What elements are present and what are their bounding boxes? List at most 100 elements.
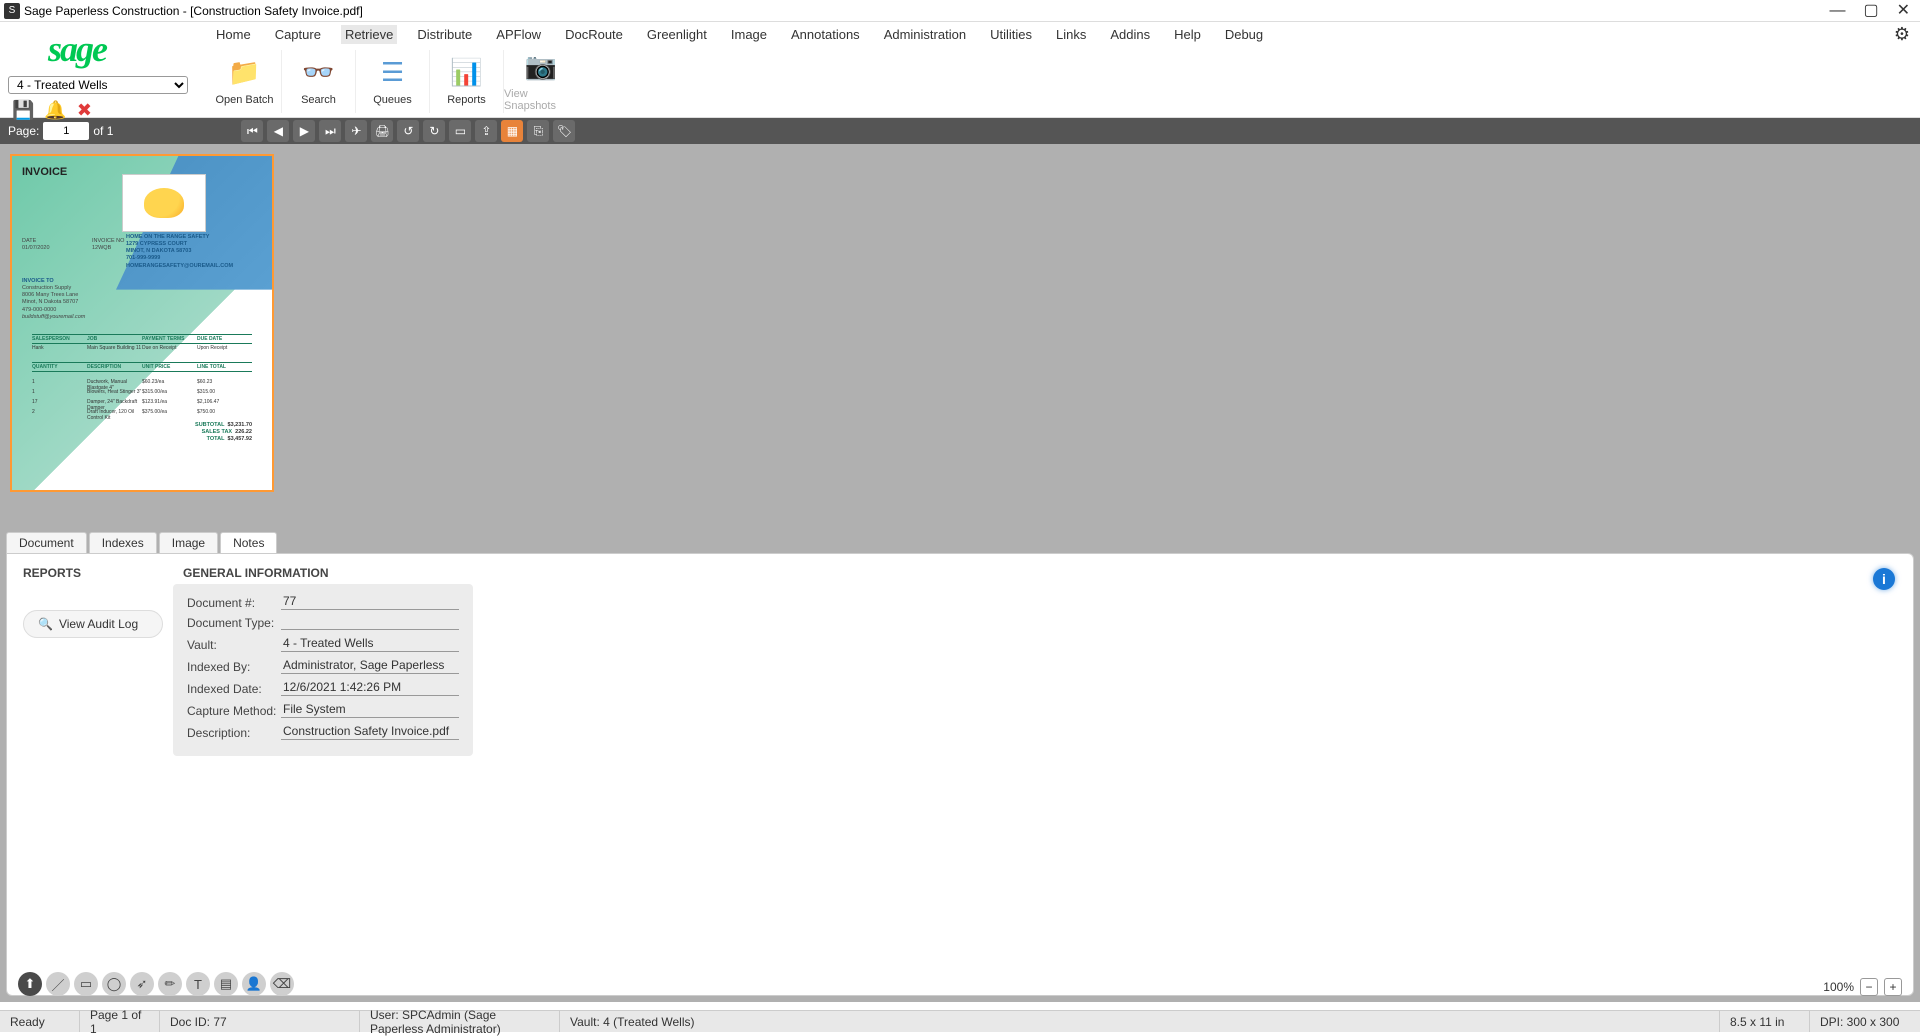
status-page: Page 1 of 1	[80, 1011, 160, 1032]
tab-notes[interactable]: Notes	[220, 532, 277, 553]
line-tool-icon[interactable]: ／	[46, 972, 70, 996]
hardhat-image	[122, 174, 206, 232]
highlight-icon[interactable]: ▦	[501, 120, 523, 142]
ribbon-open-batch[interactable]: 📁Open Batch	[208, 50, 282, 113]
view-audit-log-button[interactable]: 🔍 View Audit Log	[23, 610, 163, 638]
gi-document-type	[281, 628, 459, 630]
menu-annotations[interactable]: Annotations	[787, 25, 864, 44]
menu-docroute[interactable]: DocRoute	[561, 25, 627, 44]
menu-bar: Home Capture Retrieve Distribute APFlow …	[200, 22, 1920, 46]
menu-addins[interactable]: Addins	[1106, 25, 1154, 44]
menu-home[interactable]: Home	[212, 25, 255, 44]
zoom-value: 100%	[1823, 980, 1854, 994]
status-user: User: SPCAdmin (Sage Paperless Administr…	[360, 1011, 560, 1032]
highlight-tool-icon[interactable]: ✏	[158, 972, 182, 996]
info-icon[interactable]: i	[1873, 568, 1895, 590]
export-icon[interactable]: ⇪	[475, 120, 497, 142]
bell-icon[interactable]: 🔔	[44, 100, 66, 121]
close-red-icon[interactable]: ✖	[77, 100, 92, 121]
menu-apflow[interactable]: APFlow	[492, 25, 545, 44]
text-tool-icon[interactable]: T	[186, 972, 210, 996]
rotate-left-icon[interactable]: ↺	[397, 120, 419, 142]
first-page-icon[interactable]: ⏮	[241, 120, 263, 142]
gi-vault: 4 - Treated Wells	[281, 636, 459, 652]
gi-indexed-date: 12/6/2021 1:42:26 PM	[281, 680, 459, 696]
folder-icon: 📁	[228, 57, 260, 88]
general-info-heading: GENERAL INFORMATION	[183, 566, 483, 580]
tab-image[interactable]: Image	[159, 532, 218, 553]
menu-administration[interactable]: Administration	[880, 25, 970, 44]
stamp-tool-icon[interactable]: 👤	[242, 972, 266, 996]
menu-greenlight[interactable]: Greenlight	[643, 25, 711, 44]
gi-document-number: 77	[281, 594, 459, 610]
gi-description: Construction Safety Invoice.pdf	[281, 724, 459, 740]
status-size: 8.5 x 11 in	[1720, 1011, 1810, 1032]
title-bar: S Sage Paperless Construction - [Constru…	[0, 0, 1920, 22]
page-label: Page:	[8, 124, 39, 138]
general-info-panel: Document #:77 Document Type: Vault:4 - T…	[173, 584, 473, 756]
save-icon[interactable]: 💾	[12, 100, 34, 121]
document-thumbnail[interactable]: INVOICE DATE 01/07/2020 INVOICE NO 12WQB…	[10, 154, 274, 492]
menu-links[interactable]: Links	[1052, 25, 1090, 44]
ellipse-tool-icon[interactable]: ◯	[102, 972, 126, 996]
minimize-icon[interactable]: —	[1829, 3, 1845, 19]
rect-tool-icon[interactable]: ▭	[74, 972, 98, 996]
arrow-tool-icon[interactable]: ➶	[130, 972, 154, 996]
annotation-toolbar: ⬆ ／ ▭ ◯ ➶ ✏ T ▤ 👤 ⌫	[18, 972, 294, 996]
magnifier-icon: 🔍	[38, 617, 53, 631]
menu-utilities[interactable]: Utilities	[986, 25, 1036, 44]
eraser-tool-icon[interactable]: ⌫	[270, 972, 294, 996]
logo-zone: sage 4 - Treated Wells 💾 🔔 ✖	[0, 22, 200, 117]
reports-icon: 📊	[450, 57, 482, 88]
binoculars-icon: 👓	[302, 57, 334, 88]
menu-retrieve[interactable]: Retrieve	[341, 25, 397, 44]
gear-icon[interactable]: ⚙	[1894, 24, 1910, 45]
app-icon: S	[4, 3, 20, 19]
send-icon[interactable]: ✈	[345, 120, 367, 142]
tag-icon[interactable]: 🏷	[553, 120, 575, 142]
vault-select[interactable]: 4 - Treated Wells	[8, 76, 188, 94]
queue-icon: ☰	[381, 57, 404, 88]
status-docid: Doc ID: 77	[160, 1011, 360, 1032]
menu-debug[interactable]: Debug	[1221, 25, 1267, 44]
page-of: of 1	[93, 124, 113, 138]
brand-logo: sage	[48, 28, 192, 70]
document-viewer: INVOICE DATE 01/07/2020 INVOICE NO 12WQB…	[0, 144, 1920, 526]
zoom-out-button[interactable]: −	[1860, 978, 1878, 996]
next-page-icon[interactable]: ▶	[293, 120, 315, 142]
attach-icon[interactable]: ⎘	[527, 120, 549, 142]
zoom-in-button[interactable]: +	[1884, 978, 1902, 996]
window-title: Sage Paperless Construction - [Construct…	[24, 4, 1829, 18]
ribbon-reports[interactable]: 📊Reports	[430, 50, 504, 113]
tab-document[interactable]: Document	[6, 532, 87, 553]
gi-capture-method: File System	[281, 702, 459, 718]
close-icon[interactable]: ✕	[1897, 3, 1910, 19]
menu-capture[interactable]: Capture	[271, 25, 325, 44]
page-input[interactable]	[43, 122, 89, 140]
last-page-icon[interactable]: ⏭	[319, 120, 341, 142]
camera-icon: 📷	[525, 51, 557, 82]
status-bar: Ready Page 1 of 1 Doc ID: 77 User: SPCAd…	[0, 1010, 1920, 1032]
page-doc-icon[interactable]: ▭	[449, 120, 471, 142]
pointer-tool-icon[interactable]: ⬆	[18, 972, 42, 996]
ribbon-search[interactable]: 👓Search	[282, 50, 356, 113]
tab-body: REPORTS 🔍 View Audit Log GENERAL INFORMA…	[6, 553, 1914, 996]
ribbon-view-snapshots: 📷View Snapshots	[504, 50, 578, 113]
menu-distribute[interactable]: Distribute	[413, 25, 476, 44]
status-ready: Ready	[0, 1011, 80, 1032]
print-icon[interactable]: 🖨	[371, 120, 393, 142]
maximize-icon[interactable]: ▢	[1863, 3, 1878, 19]
detail-pane: Document Indexes Image Notes REPORTS 🔍 V…	[0, 526, 1920, 1002]
reports-column: REPORTS 🔍 View Audit Log	[23, 566, 163, 983]
rotate-right-icon[interactable]: ↻	[423, 120, 445, 142]
status-dpi: DPI: 300 x 300	[1810, 1011, 1920, 1032]
ribbon-queues[interactable]: ☰Queues	[356, 50, 430, 113]
reports-heading: REPORTS	[23, 566, 163, 580]
tab-indexes[interactable]: Indexes	[89, 532, 157, 553]
detail-tabs: Document Indexes Image Notes	[6, 532, 1914, 553]
menu-image[interactable]: Image	[727, 25, 771, 44]
status-vault: Vault: 4 (Treated Wells)	[560, 1011, 1720, 1032]
prev-page-icon[interactable]: ◀	[267, 120, 289, 142]
menu-help[interactable]: Help	[1170, 25, 1205, 44]
note-tool-icon[interactable]: ▤	[214, 972, 238, 996]
